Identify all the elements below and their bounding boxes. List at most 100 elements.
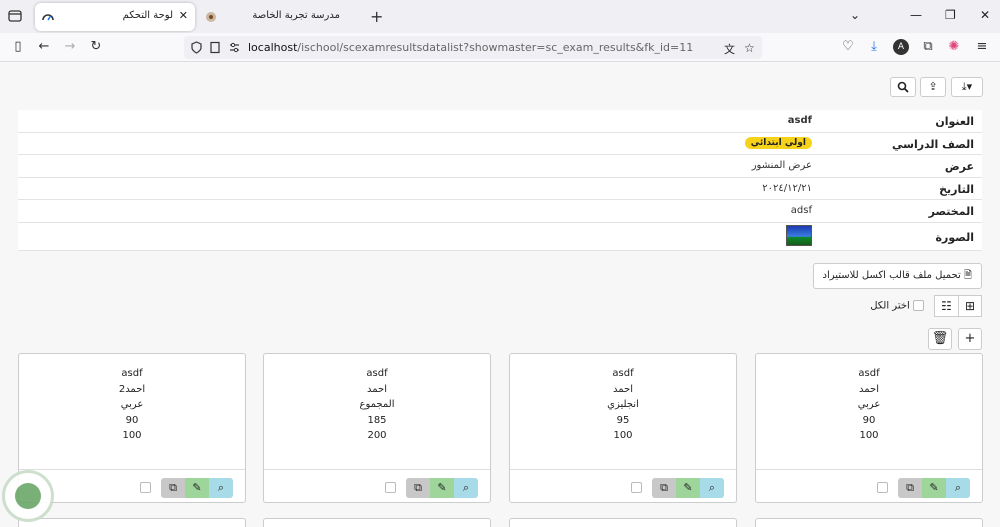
row-grade: الصف الدراسي اولي ابتدائي: [18, 133, 982, 155]
edit-icon[interactable]: ✎: [185, 478, 209, 498]
trash-icon: 🗑: [931, 331, 949, 346]
url-bar[interactable]: localhost/ischool/scexamresultsdatalist?…: [184, 36, 762, 59]
select-all-label: اختر الكل: [870, 300, 910, 312]
tab-title: مدرسة تجربة الخاصة: [252, 10, 340, 21]
edit-icon[interactable]: ✎: [922, 478, 946, 498]
card-max: 200: [367, 430, 387, 441]
add-button[interactable]: +: [958, 328, 982, 350]
search-icon: [897, 81, 909, 93]
card-score: 95: [616, 414, 630, 426]
view-icon[interactable]: ⌕: [209, 478, 233, 498]
result-card: asdf احمد المجموع 185 200 ⧉ ✎ ⌕: [263, 353, 491, 503]
row-display: عرض عرض المنشور: [18, 155, 982, 178]
back-icon[interactable]: ←: [36, 39, 52, 55]
result-card: [18, 518, 246, 527]
view-icon[interactable]: ⌕: [700, 478, 724, 498]
school-logo: [2, 470, 54, 522]
reload-icon[interactable]: ↻: [88, 39, 104, 55]
result-card: [263, 518, 491, 527]
image-thumbnail[interactable]: [786, 224, 812, 246]
close-tab-icon[interactable]: ✕: [179, 9, 188, 22]
copy-icon[interactable]: ⧉: [161, 478, 185, 498]
copy-icon[interactable]: ⧉: [406, 478, 430, 498]
edit-icon[interactable]: ✎: [676, 478, 700, 498]
row-abbrev: المختصر adsf: [18, 200, 982, 223]
sidebar-icon[interactable]: ▯: [10, 39, 26, 55]
color-picker-icon[interactable]: ✺: [946, 39, 962, 55]
row-value: adsf: [790, 205, 812, 216]
tab-title: لوحة التحكم: [122, 10, 173, 21]
account-icon[interactable]: A: [893, 39, 909, 55]
select-all[interactable]: اختر الكل: [870, 300, 924, 312]
copy-icon[interactable]: ⧉: [898, 478, 922, 498]
pocket-icon[interactable]: ♡: [840, 39, 856, 55]
card-title: asdf: [858, 368, 880, 379]
row-title: العنوان asdf: [18, 110, 982, 133]
grid-view-icon[interactable]: ⊞: [958, 295, 982, 317]
file-icon: 🗎: [963, 270, 972, 281]
list-tabs-icon[interactable]: [8, 9, 22, 23]
browser-tabbar: لوحة التحكم ✕ مدرسة تجربة الخاصة + ⌄ — ❐…: [0, 0, 1000, 33]
minimize-icon[interactable]: —: [910, 8, 922, 22]
download-template-button[interactable]: 🗎 تحميل ملف قالب اكسل للاستيراد: [812, 263, 982, 289]
card-subject: انجليزي: [607, 399, 639, 410]
card-subject: عربي: [120, 399, 144, 410]
card-checkbox[interactable]: [140, 482, 151, 493]
card-footer: ⧉ ✎ ⌕: [264, 469, 490, 502]
upload-button[interactable]: ⇪: [920, 77, 946, 97]
result-card: [509, 518, 737, 527]
card-checkbox[interactable]: [385, 482, 396, 493]
card-footer: ⧉ ✎ ⌕: [510, 469, 736, 502]
new-tab-icon[interactable]: +: [370, 7, 383, 26]
extensions-icon[interactable]: ⧉: [920, 39, 936, 55]
card-max: 100: [859, 430, 879, 441]
record-details-table: العنوان asdf الصف الدراسي اولي ابتدائي ع…: [18, 110, 982, 251]
translate-icon[interactable]: 文: [724, 41, 737, 56]
delete-button[interactable]: 🗑: [928, 328, 952, 350]
row-image: الصورة: [18, 223, 982, 251]
card-score: 90: [862, 414, 876, 426]
upload-icon: ⇪: [928, 80, 938, 93]
card-student: احمد2: [118, 383, 146, 395]
tab-school[interactable]: مدرسة تجربة الخاصة: [198, 3, 358, 31]
page-icon[interactable]: [208, 41, 221, 54]
row-value: عرض المنشور: [751, 160, 812, 171]
select-all-checkbox[interactable]: [913, 300, 924, 311]
result-card: asdf احمد انجليزي 95 100 ⧉ ✎ ⌕: [509, 353, 737, 503]
row-label: العنوان: [935, 115, 974, 128]
plus-icon: +: [964, 331, 976, 346]
shield-icon[interactable]: [190, 41, 203, 54]
maximize-icon[interactable]: ❐: [945, 8, 956, 22]
row-label: الصورة: [935, 230, 974, 244]
menu-icon[interactable]: ≡: [974, 39, 990, 55]
bookmark-star-icon[interactable]: ☆: [744, 41, 757, 55]
school-favicon-icon: [206, 12, 216, 22]
view-icon[interactable]: ⌕: [946, 478, 970, 498]
export-button[interactable]: ⤓▾: [951, 77, 983, 97]
view-icon[interactable]: ⌕: [454, 478, 478, 498]
page-content: ⇪ ⤓▾ العنوان asdf الصف الدراسي اولي ابتد…: [0, 63, 1000, 527]
card-score: 90: [125, 414, 139, 426]
url-text: localhost/ischool/scexamresultsdatalist?…: [248, 41, 694, 54]
close-window-icon[interactable]: ✕: [980, 8, 990, 22]
tab-list-chevron-icon[interactable]: ⌄: [850, 8, 860, 22]
row-date: التاريخ ٢٠٢٤/١٢/٢١: [18, 178, 982, 200]
forward-icon[interactable]: →: [62, 39, 78, 55]
card-checkbox[interactable]: [877, 482, 888, 493]
card-footer: ⧉ ✎ ⌕: [756, 469, 982, 502]
downloads-icon[interactable]: ⤓: [866, 39, 882, 55]
row-label: عرض: [944, 160, 974, 173]
edit-icon[interactable]: ✎: [430, 478, 454, 498]
card-checkbox[interactable]: [631, 482, 642, 493]
card-subject: عربي: [857, 399, 881, 410]
permissions-icon[interactable]: [228, 41, 241, 54]
card-title: asdf: [612, 368, 634, 379]
result-card: asdf احمد2 عربي 90 100 ⧉ ✎ ⌕: [18, 353, 246, 503]
download-icon: ⤓▾: [961, 80, 973, 93]
row-value: ٢٠٢٤/١٢/٢١: [762, 182, 812, 194]
table-view-icon[interactable]: ☷: [934, 295, 958, 317]
copy-icon[interactable]: ⧉: [652, 478, 676, 498]
search-button[interactable]: [890, 77, 916, 97]
tab-dashboard[interactable]: لوحة التحكم ✕: [35, 3, 195, 31]
card-score: 185: [367, 414, 387, 426]
